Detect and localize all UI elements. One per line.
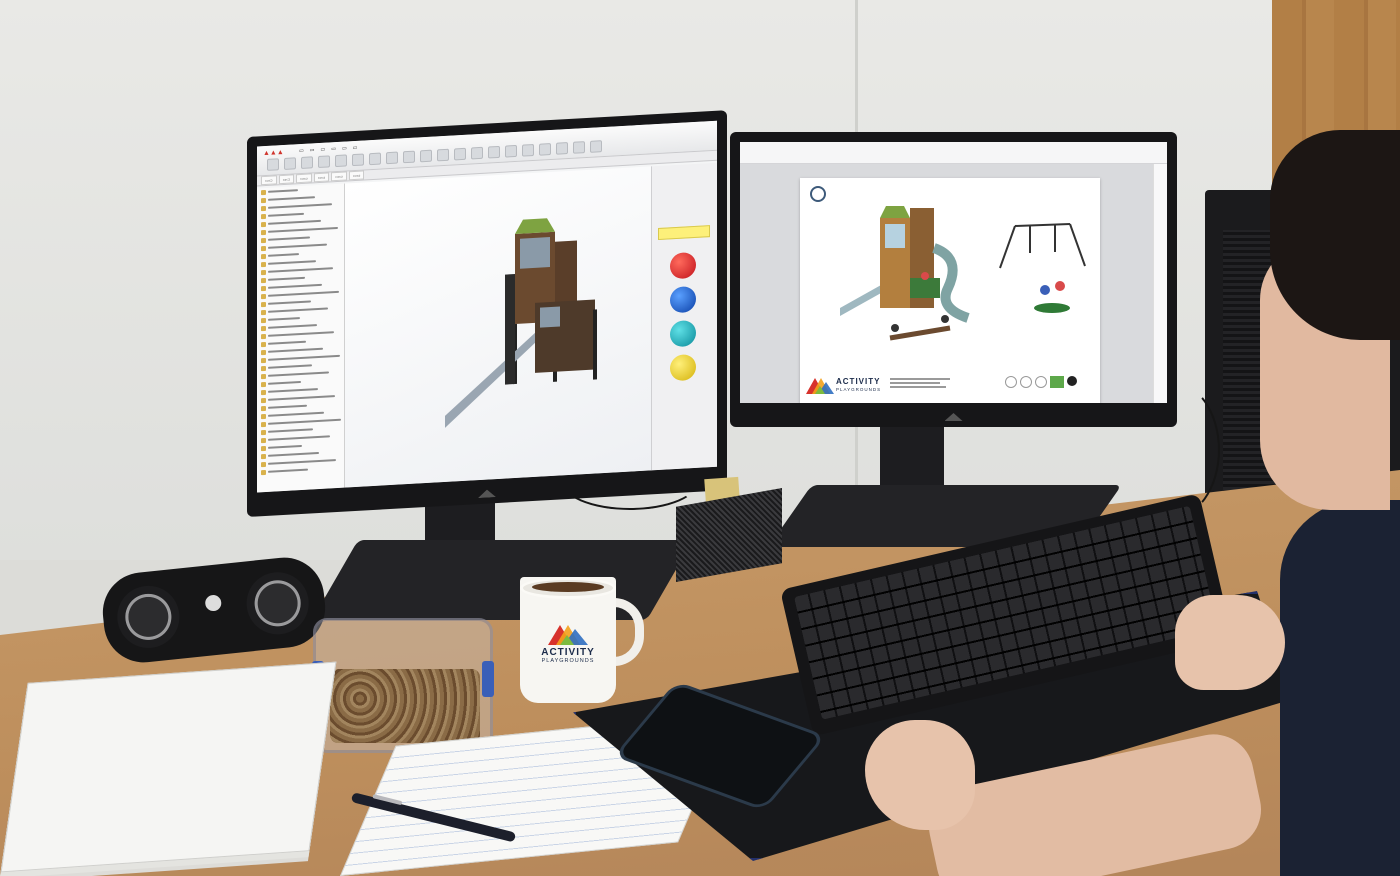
color-swatch-yellow[interactable] <box>670 353 696 382</box>
pdf-footer-details <box>890 376 1090 400</box>
mug-brand-word: ACTIVITY <box>541 647 595 658</box>
snack-nuts <box>330 669 480 743</box>
pdf-side-toolbar[interactable] <box>1153 164 1167 403</box>
pdf-page: ACTIVITY PLAYGROUNDS <box>800 178 1100 403</box>
pdf-brand-sub: PLAYGROUNDS <box>836 387 882 392</box>
feature-tree-panel[interactable] <box>257 183 345 493</box>
person-body <box>1280 500 1400 876</box>
playground-model-3d <box>445 218 597 428</box>
monitor-brand-logo <box>478 489 496 498</box>
page-corner-logo <box>810 186 826 202</box>
snack-container <box>312 618 494 753</box>
speaker-cone-left <box>114 582 183 651</box>
playground-render <box>840 206 1086 341</box>
cad-3d-viewport[interactable] <box>345 166 651 488</box>
speaker-cone-right <box>243 569 312 638</box>
mug-logo: ACTIVITY PLAYGROUNDS <box>536 623 600 664</box>
mug-coffee <box>532 582 604 592</box>
monitor-brand-logo <box>944 413 963 421</box>
person <box>1240 100 1400 876</box>
appearance-palette[interactable] <box>651 162 717 471</box>
snack-clip-right <box>482 661 494 697</box>
monitor-cable <box>560 450 700 510</box>
color-swatch-blue[interactable] <box>670 285 696 314</box>
right-monitor: ACTIVITY PLAYGROUNDS <box>730 132 1177 427</box>
mug-brand-sub: PLAYGROUNDS <box>541 658 595 664</box>
color-swatch-red[interactable] <box>670 251 696 280</box>
pdf-brand-block: ACTIVITY PLAYGROUNDS <box>806 374 886 398</box>
mug-logo-mark <box>548 625 588 645</box>
brand-logo-mark <box>806 378 834 394</box>
cad-app-logo: ▲▲▲ <box>263 148 284 158</box>
speaker-button <box>204 594 223 612</box>
paper-stack <box>0 661 337 873</box>
pdf-toolbar[interactable] <box>740 142 1167 164</box>
pdf-screen: ACTIVITY PLAYGROUNDS <box>740 142 1167 403</box>
color-swatch-teal[interactable] <box>670 319 696 348</box>
person-right-hand <box>1175 595 1285 690</box>
pdf-canvas: ACTIVITY PLAYGROUNDS <box>740 164 1153 403</box>
pdf-brand-word: ACTIVITY <box>836 377 881 386</box>
palette-note <box>658 225 710 241</box>
cad-menu-bar: ▭ ▭ ▭ ▭ ▭ ▭ <box>299 144 358 155</box>
cad-screen: ▲▲▲ ▭ ▭ ▭ ▭ ▭ ▭ ▭▭ ▭▭ ▭▭ ▭▭ ▭▭ ▭▭ <box>257 120 717 493</box>
coffee-mug: ACTIVITY PLAYGROUNDS <box>520 577 616 703</box>
